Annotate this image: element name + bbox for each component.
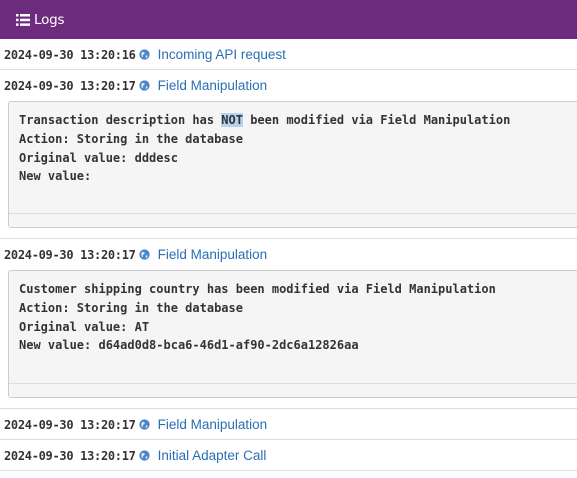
log-entry-link[interactable]: Field Manipulation	[158, 247, 268, 262]
log-timestamp: 2024-09-30 13:20:17	[4, 417, 136, 432]
log-entry: 2024-09-30 13:20:17 Initial Adapter Call	[0, 440, 577, 471]
globe-icon	[138, 450, 150, 461]
log-entry: 2024-09-30 13:20:17 Field Manipulation	[0, 409, 577, 440]
log-detail-footer	[9, 383, 577, 397]
log-entry-link[interactable]: Field Manipulation	[158, 78, 268, 93]
globe-icon	[138, 419, 150, 430]
log-entry-link[interactable]: Initial Adapter Call	[158, 448, 267, 463]
globe-icon	[138, 249, 150, 260]
log-detail-box: Transaction description has NOT been mod…	[8, 101, 577, 228]
log-detail-text: Customer shipping country has been modif…	[19, 282, 496, 353]
log-detail-text: Transaction description has NOT been mod…	[19, 113, 511, 184]
log-entry: 2024-09-30 13:20:17 Field Manipulation T…	[0, 70, 577, 239]
globe-icon	[138, 80, 150, 91]
log-timestamp: 2024-09-30 13:20:17	[4, 78, 136, 93]
page-title: Logs	[34, 11, 65, 28]
logs-header: Logs	[0, 0, 577, 39]
log-timestamp: 2024-09-30 13:20:16	[4, 47, 136, 62]
log-detail-footer	[9, 213, 577, 227]
log-entry: 2024-09-30 13:20:17 Field Manipulation C…	[0, 239, 577, 409]
log-entry-link[interactable]: Incoming API request	[158, 47, 286, 62]
highlighted-text: NOT	[221, 113, 243, 127]
log-timestamp: 2024-09-30 13:20:17	[4, 247, 136, 262]
log-entry: 2024-09-30 13:20:16 Incoming API request	[0, 39, 577, 70]
log-entry-link[interactable]: Field Manipulation	[158, 417, 268, 432]
log-detail-box: Customer shipping country has been modif…	[8, 270, 577, 398]
log-timestamp: 2024-09-30 13:20:17	[4, 448, 136, 463]
list-icon	[16, 13, 30, 26]
globe-icon	[138, 49, 150, 60]
